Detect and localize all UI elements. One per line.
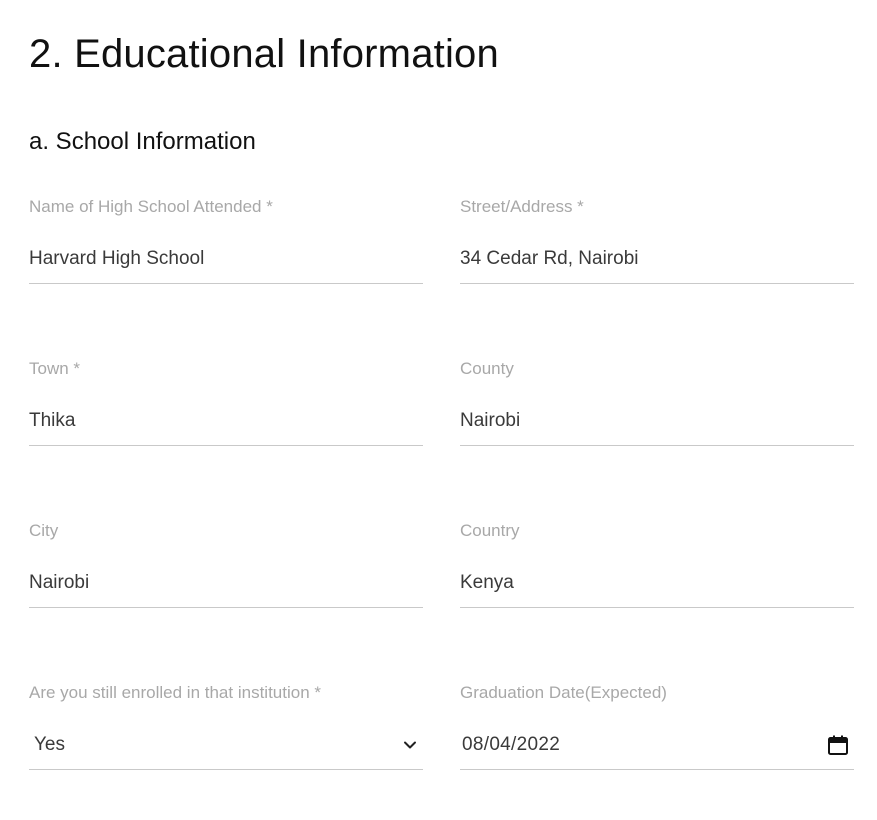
subsection-title: a. School Information [29, 128, 256, 155]
section-title: 2. Educational Information [29, 32, 499, 76]
educational-information-page: 2. Educational Information a. School Inf… [0, 0, 877, 820]
enrolled-label: Are you still enrolled in that instituti… [29, 683, 321, 702]
chevron-down-icon[interactable] [403, 738, 417, 752]
county-label: County [460, 359, 514, 378]
county-field[interactable]: County Nairobi [460, 358, 854, 448]
street-address-underline [460, 283, 854, 284]
graduation-date-underline [460, 769, 854, 770]
town-label: Town * [29, 359, 81, 378]
enrolled-select[interactable]: Yes [34, 732, 65, 758]
county-input[interactable]: Nairobi [460, 408, 520, 434]
high-school-field[interactable]: Name of High School Attended * Harvard H… [29, 196, 423, 286]
country-underline [460, 607, 854, 608]
town-underline [29, 445, 423, 446]
town-input[interactable]: Thika [29, 408, 75, 434]
country-field[interactable]: Country Kenya [460, 520, 854, 610]
high-school-underline [29, 283, 423, 284]
graduation-date-input[interactable]: 08/04/2022 [462, 732, 560, 758]
city-underline [29, 607, 423, 608]
calendar-icon[interactable] [827, 734, 849, 756]
enrolled-underline [29, 769, 423, 770]
high-school-label: Name of High School Attended * [29, 197, 273, 216]
county-underline [460, 445, 854, 446]
country-input[interactable]: Kenya [460, 570, 514, 596]
street-address-label: Street/Address * [460, 197, 584, 216]
street-address-field[interactable]: Street/Address * 34 Cedar Rd, Nairobi [460, 196, 854, 286]
town-field[interactable]: Town * Thika [29, 358, 423, 448]
enrolled-select-field[interactable]: Are you still enrolled in that instituti… [29, 682, 423, 772]
city-input[interactable]: Nairobi [29, 570, 89, 596]
high-school-input[interactable]: Harvard High School [29, 246, 204, 272]
graduation-date-field[interactable]: Graduation Date(Expected) 08/04/2022 [460, 682, 854, 772]
street-address-input[interactable]: 34 Cedar Rd, Nairobi [460, 246, 638, 272]
city-label: City [29, 521, 59, 540]
graduation-date-label: Graduation Date(Expected) [460, 683, 667, 702]
city-field[interactable]: City Nairobi [29, 520, 423, 610]
country-label: Country [460, 521, 520, 540]
